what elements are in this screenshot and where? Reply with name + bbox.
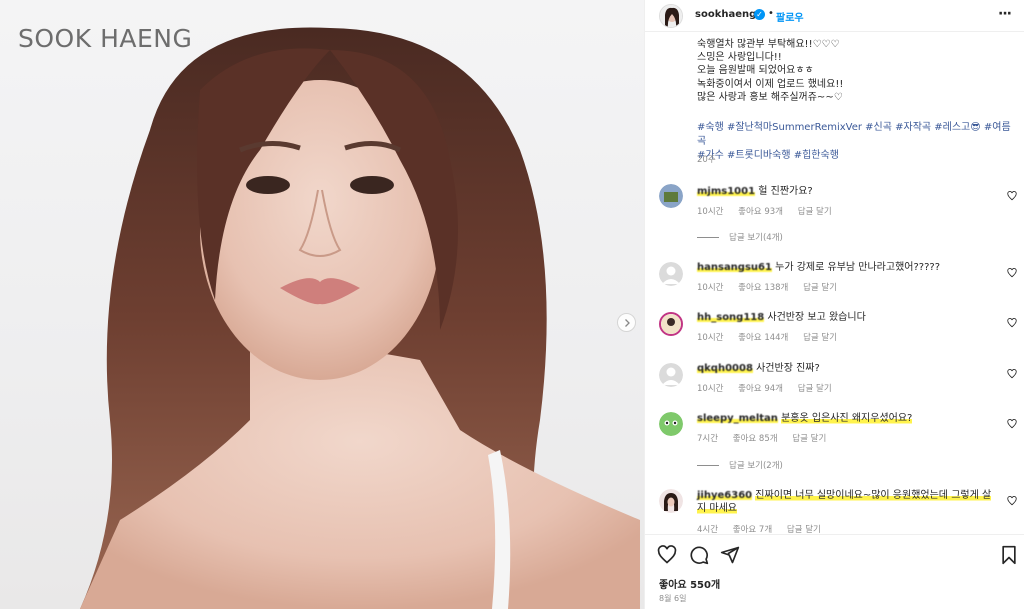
view-replies-button[interactable]: 답글 보기(2개): [697, 459, 783, 471]
comment-username[interactable]: jihye6360: [697, 490, 753, 501]
caption-line: 스밍은 사랑입니다!!: [697, 52, 782, 64]
avatar[interactable]: [659, 363, 683, 387]
comment-time: 10시간: [697, 207, 724, 217]
caption-text: 숙행열차 많관부 부탁해요!!♡♡♡ 스밍은 사랑입니다!! 오늘 음원발매 되…: [697, 38, 1017, 104]
heart-icon[interactable]: [1007, 496, 1017, 506]
likes-count[interactable]: 좋아요 550개: [659, 576, 720, 591]
comment-text: 사건반장 보고 왔습니다: [767, 312, 866, 323]
hashtag-line[interactable]: #가수 #트롯디바숙행 #힙한숙행: [697, 149, 1017, 163]
comment-time: 10시간: [697, 384, 724, 394]
comment-username[interactable]: hh_song118: [697, 312, 765, 323]
caption-line: 많은 사랑과 홍보 해주실꺼쥬~~♡: [697, 91, 843, 103]
action-bar: [645, 534, 1024, 572]
comment-username[interactable]: qkqh0008: [697, 363, 753, 374]
reply-button[interactable]: 답글 달기: [798, 384, 832, 394]
heart-icon[interactable]: [1007, 268, 1017, 278]
heart-icon[interactable]: [1007, 318, 1017, 328]
comment-text: 분홍옷 입은사진 왜지우셨어요?: [781, 413, 913, 424]
caption-line: 녹화중이여서 이제 업로드 했네요!!: [697, 78, 844, 90]
avatar[interactable]: [659, 184, 683, 208]
post-date: 8월 6일: [659, 594, 687, 603]
avatar[interactable]: [659, 489, 683, 513]
heart-icon[interactable]: [657, 545, 677, 565]
comment-time: 10시간: [697, 333, 724, 343]
separator: •: [768, 8, 774, 19]
avatar[interactable]: [659, 262, 683, 286]
view-replies-button[interactable]: 답글 보기(4개): [697, 231, 783, 243]
verified-badge-icon: ✓: [754, 9, 765, 20]
heart-icon[interactable]: [1007, 419, 1017, 429]
comment-likes[interactable]: 좋아요 93개: [738, 207, 783, 217]
reply-button[interactable]: 답글 달기: [792, 434, 826, 444]
hashtag-line[interactable]: #숙행 #잘난척마SummerRemixVer #신곡 #자작곡 #레스고😎 #…: [697, 121, 1017, 149]
comment-time: 7시간: [697, 434, 719, 444]
follow-button[interactable]: 팔로우: [776, 9, 804, 24]
heart-icon[interactable]: [1007, 191, 1017, 201]
bookmark-icon[interactable]: [999, 545, 1019, 565]
caption-line: 오늘 음원발매 되었어요ㅎㅎ: [697, 65, 814, 77]
comment-icon[interactable]: [689, 545, 709, 565]
post-time: 20주: [697, 155, 716, 165]
comment-time: 10시간: [697, 283, 724, 293]
view-replies-label: 답글 보기(4개): [729, 233, 783, 243]
avatar[interactable]: [659, 312, 683, 336]
comment-text: 누가 강제로 유부남 만나라고했어?????: [775, 262, 941, 273]
caption-line: 숙행열차 많관부 부탁해요!!♡♡♡: [697, 39, 840, 50]
chevron-right-icon[interactable]: [617, 313, 636, 332]
reply-button[interactable]: 답글 달기: [803, 283, 837, 293]
comment-username[interactable]: mjms1001: [697, 186, 756, 197]
reply-button[interactable]: 답글 달기: [803, 333, 837, 343]
send-icon[interactable]: [720, 545, 740, 565]
post-photo[interactable]: SOOK HAENG: [0, 0, 644, 609]
reply-button[interactable]: 답글 달기: [798, 207, 832, 217]
comment-likes[interactable]: 좋아요 138개: [738, 283, 788, 293]
comment-likes[interactable]: 좋아요 94개: [738, 384, 783, 394]
heart-icon[interactable]: [1007, 369, 1017, 379]
hashtags[interactable]: #숙행 #잘난척마SummerRemixVer #신곡 #자작곡 #레스고😎 #…: [697, 121, 1017, 163]
username[interactable]: sookhaeng: [695, 9, 756, 20]
comment-text: 지 마세요: [697, 503, 737, 514]
comment-text: 헐 진짠가요?: [758, 186, 813, 197]
avatar[interactable]: [659, 412, 683, 436]
comment-username[interactable]: sleepy_meltan: [697, 413, 778, 424]
watermark-text: SOOK HAENG: [18, 24, 193, 53]
comment-text: 사건반장 진짜?: [756, 363, 820, 374]
post-detail-panel: sookhaeng ✓ • 팔로우 ··· 숙행열차 많관부 부탁해요!!♡♡♡…: [644, 0, 1024, 609]
avatar[interactable]: [659, 4, 683, 28]
comment-likes[interactable]: 좋아요 144개: [738, 333, 788, 343]
view-replies-label: 답글 보기(2개): [729, 461, 783, 471]
comment-likes[interactable]: 좋아요 85개: [733, 434, 778, 444]
more-horizontal-icon[interactable]: ···: [998, 6, 1012, 22]
comment-username[interactable]: hansangsu61: [697, 262, 772, 273]
portrait-image: [80, 27, 640, 609]
post-header: sookhaeng ✓ • 팔로우 ···: [645, 0, 1024, 32]
comment-text: 진짜이면 너무 실망이네요~많이 응원했었는데 그렇게 살: [755, 490, 992, 501]
